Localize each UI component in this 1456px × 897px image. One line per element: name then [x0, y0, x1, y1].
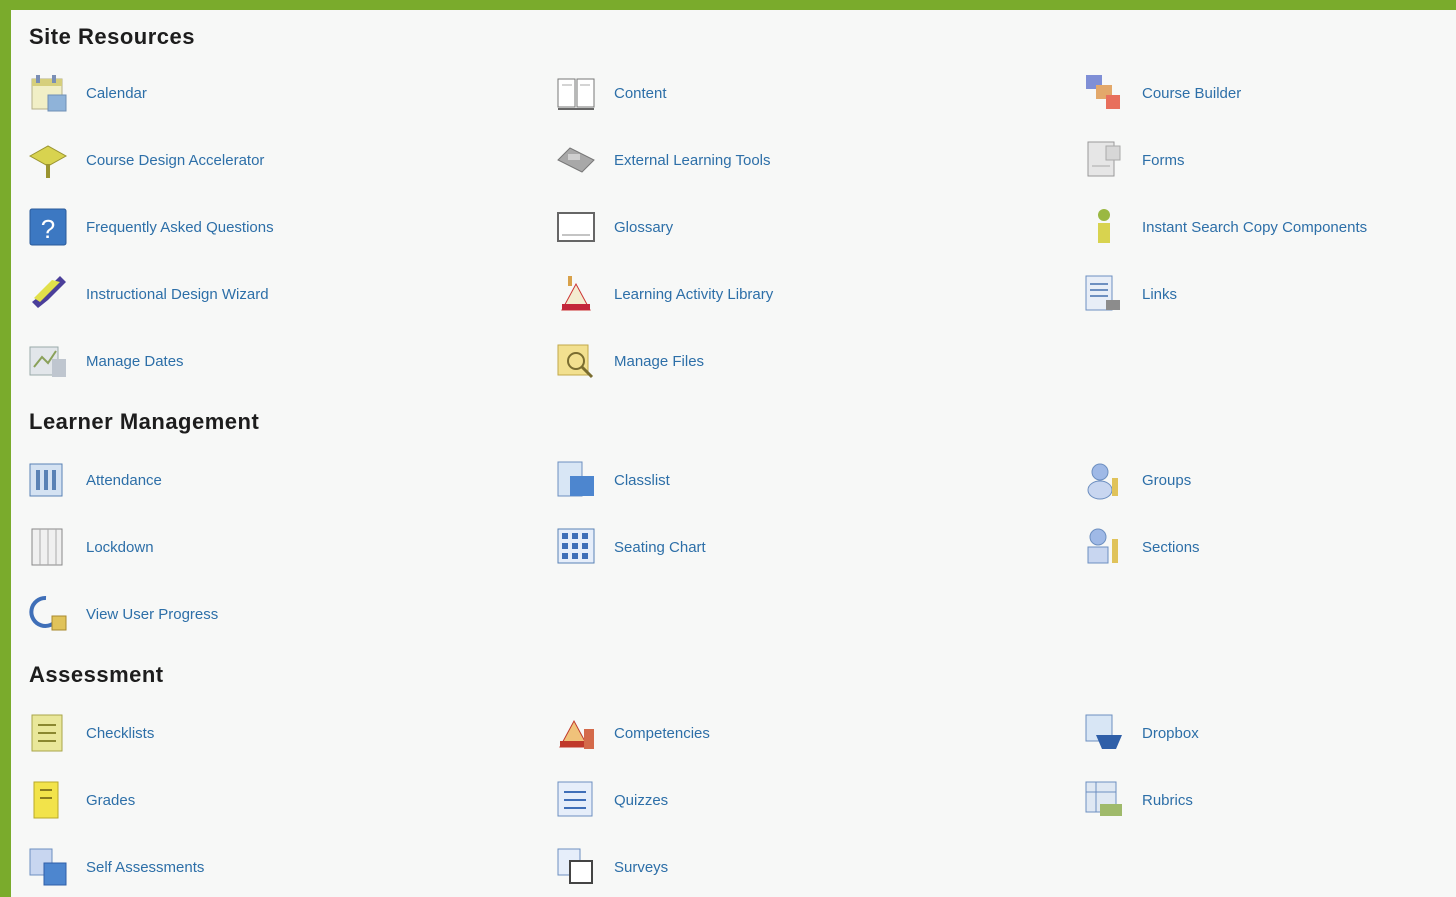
- tool-label: Seating Chart: [614, 538, 706, 556]
- tool-item[interactable]: Lockdown: [25, 522, 505, 572]
- calendar-icon: [25, 70, 71, 116]
- tool-label: Self Assessments: [86, 858, 205, 876]
- tool-item[interactable]: Attendance: [25, 455, 505, 505]
- seating-chart-icon: [553, 524, 599, 570]
- tool-label: Frequently Asked Questions: [86, 218, 274, 236]
- tool-label: Attendance: [86, 471, 162, 489]
- tool-item[interactable]: Classlist: [553, 455, 1033, 505]
- tool-item[interactable]: Manage Dates: [25, 336, 505, 386]
- tool-label: Lockdown: [86, 538, 154, 556]
- tool-item[interactable]: Rubrics: [1081, 775, 1456, 825]
- content-book-icon: [553, 70, 599, 116]
- dropbox-icon: [1081, 710, 1127, 756]
- design-accelerator-icon: [25, 137, 71, 183]
- tool-label: Calendar: [86, 84, 147, 102]
- tool-item[interactable]: Links: [1081, 269, 1456, 319]
- tool-item[interactable]: Manage Files: [553, 336, 1033, 386]
- tool-item[interactable]: Forms: [1081, 135, 1456, 185]
- section-title-learner-management: Learner Management: [29, 409, 260, 434]
- copy-components-icon: [1081, 204, 1127, 250]
- tool-label: Glossary: [614, 218, 674, 236]
- tool-item[interactable]: Instructional Design Wizard: [25, 269, 505, 319]
- tool-label: Instructional Design Wizard: [86, 285, 269, 303]
- tool-item[interactable]: ? Frequently Asked Questions: [25, 202, 505, 252]
- tool-label: Instant Search Copy Components: [1142, 218, 1368, 236]
- tool-item[interactable]: View User Progress: [25, 589, 505, 639]
- surveys-icon: [553, 844, 599, 890]
- tool-label: External Learning Tools: [614, 151, 771, 169]
- tool-label: Checklists: [86, 724, 155, 742]
- tool-label: Competencies: [614, 724, 710, 742]
- tool-item[interactable]: External Learning Tools: [553, 135, 1033, 185]
- forms-icon: [1081, 137, 1127, 183]
- tool-label: Classlist: [614, 471, 670, 489]
- tool-label: Course Design Accelerator: [86, 151, 265, 169]
- faq-icon: ?: [25, 204, 71, 250]
- classlist-icon: [553, 457, 599, 503]
- tool-label: Dropbox: [1142, 724, 1199, 742]
- tool-item[interactable]: Content: [553, 68, 1033, 118]
- tool-label: Sections: [1142, 538, 1200, 556]
- sections-icon: [1081, 524, 1127, 570]
- tool-item[interactable]: Course Builder: [1081, 68, 1456, 118]
- groups-icon: [1081, 457, 1127, 503]
- tools-panel: Site Resources Calendar Content Course B…: [11, 10, 1456, 897]
- tool-item[interactable]: Checklists: [25, 708, 505, 758]
- tool-item[interactable]: Competencies: [553, 708, 1033, 758]
- tool-label: Forms: [1142, 151, 1185, 169]
- tool-item[interactable]: Surveys: [553, 842, 1033, 892]
- rubrics-icon: [1081, 777, 1127, 823]
- tool-item[interactable]: Sections: [1081, 522, 1456, 572]
- tool-label: Surveys: [614, 858, 669, 876]
- course-builder-icon: [1081, 70, 1127, 116]
- manage-files-icon: [553, 338, 599, 384]
- tool-label: Course Builder: [1142, 84, 1242, 102]
- tool-label: Rubrics: [1142, 791, 1193, 809]
- attendance-icon: [25, 457, 71, 503]
- links-icon: [1081, 271, 1127, 317]
- design-wizard-icon: [25, 271, 71, 317]
- tool-label: Learning Activity Library: [614, 285, 774, 303]
- activity-library-icon: [553, 271, 599, 317]
- user-progress-icon: [25, 591, 71, 637]
- tool-label: View User Progress: [86, 605, 219, 623]
- tool-item[interactable]: Dropbox: [1081, 708, 1456, 758]
- checklist-icon: [25, 710, 71, 756]
- tool-label: Manage Files: [614, 352, 705, 370]
- manage-dates-icon: [25, 338, 71, 384]
- lockdown-icon: [25, 524, 71, 570]
- quizzes-icon: [553, 777, 599, 823]
- tool-label: Grades: [86, 791, 136, 809]
- tool-label: Content: [614, 84, 667, 102]
- tool-label: Quizzes: [614, 791, 669, 809]
- tool-item[interactable]: Self Assessments: [25, 842, 505, 892]
- tool-item[interactable]: Quizzes: [553, 775, 1033, 825]
- competencies-icon: [553, 710, 599, 756]
- tool-label: Links: [1142, 285, 1178, 303]
- tool-label: Manage Dates: [86, 352, 184, 370]
- glossary-icon: [553, 204, 599, 250]
- tool-item[interactable]: Seating Chart: [553, 522, 1033, 572]
- section-title-assessment: Assessment: [29, 662, 164, 687]
- tool-item[interactable]: Glossary: [553, 202, 1033, 252]
- tool-item[interactable]: Grades: [25, 775, 505, 825]
- tool-item[interactable]: Instant Search Copy Components: [1081, 202, 1456, 252]
- section-title-site-resources: Site Resources: [29, 24, 195, 49]
- self-assessment-icon: [25, 844, 71, 890]
- external-tools-icon: [553, 137, 599, 183]
- svg-text:?: ?: [41, 214, 55, 244]
- tool-item[interactable]: Groups: [1081, 455, 1456, 505]
- grades-icon: [25, 777, 71, 823]
- tool-item[interactable]: Course Design Accelerator: [25, 135, 505, 185]
- tool-item[interactable]: Calendar: [25, 68, 505, 118]
- tool-label: Groups: [1142, 471, 1192, 489]
- tool-item[interactable]: Learning Activity Library: [553, 269, 1033, 319]
